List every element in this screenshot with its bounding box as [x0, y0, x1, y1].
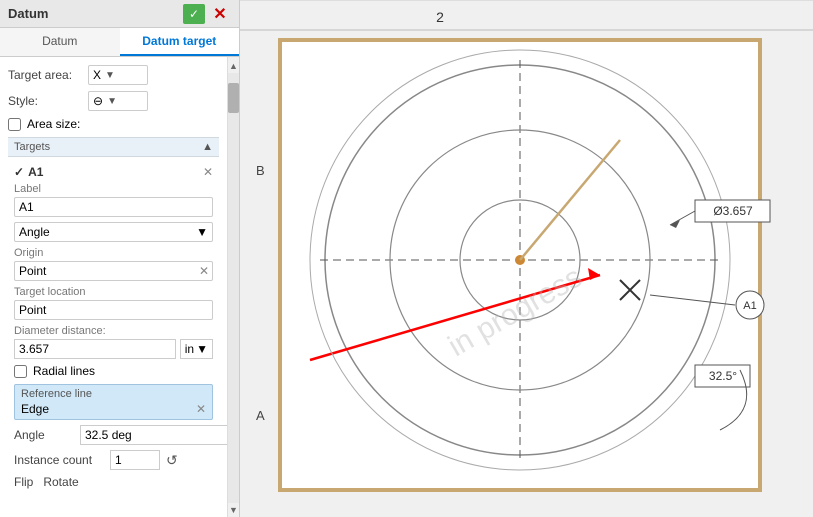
area-size-row: Area size: [8, 117, 219, 131]
radial-lines-checkbox[interactable] [14, 365, 27, 378]
style-row: Style: ⊖ ▼ [8, 91, 219, 111]
panel-title: Datum [8, 6, 48, 21]
form-area: Target area: X ▼ Style: ⊖ ▼ Area size: [0, 57, 227, 517]
angle-annotation: 32.5° [709, 369, 737, 383]
diameter-unit-arrow-icon: ▼ [196, 342, 208, 356]
diameter-row: in ▼ [14, 339, 213, 359]
flip-label: Flip [14, 475, 33, 489]
angle-dropdown-field: Angle ▼ [14, 222, 213, 242]
diameter-unit-select[interactable]: in ▼ [180, 339, 213, 359]
drawing-svg: 2 B A [240, 0, 813, 517]
reference-line-section: Reference line Edge ✕ [14, 384, 213, 420]
reference-line-label: Reference line [21, 388, 206, 400]
left-panel: Datum ✓ ✕ Datum Datum target Target area… [0, 0, 240, 517]
scroll-up-button[interactable]: ▲ [227, 59, 239, 73]
origin-field: Origin ✕ [14, 247, 213, 281]
target-area-label: Target area: [8, 68, 88, 82]
target-a1-annotation: A1 [743, 300, 756, 312]
reference-line-value-row: Edge ✕ [21, 402, 206, 416]
diameter-annotation: Ø3.657 [713, 204, 753, 218]
flip-rotate-row: Flip Rotate [14, 475, 213, 489]
target-location-value: Point [14, 300, 213, 320]
label-field: Label [14, 183, 213, 217]
panel-header: Datum ✓ ✕ [0, 0, 239, 28]
origin-clear-icon[interactable]: ✕ [199, 264, 209, 278]
tab-datum[interactable]: Datum [0, 28, 120, 56]
target-area-row: Target area: X ▼ [8, 65, 219, 85]
style-select[interactable]: ⊖ ▼ [88, 91, 148, 111]
diameter-unit-label: in [185, 342, 194, 356]
scroll-down-button[interactable]: ▼ [227, 503, 239, 517]
reference-line-clear-icon[interactable]: ✕ [196, 402, 206, 416]
expand-arrow-icon: ✓ [14, 165, 24, 179]
confirm-button[interactable]: ✓ [183, 4, 205, 24]
scroll-thumb[interactable] [228, 83, 239, 113]
instance-count-row: Instance count ↺ [14, 450, 213, 470]
diameter-field: Diameter distance: in ▼ [14, 325, 213, 359]
label-input[interactable] [14, 197, 213, 217]
instance-count-input[interactable] [110, 450, 160, 470]
header-actions: ✓ ✕ [183, 4, 231, 24]
label-input-wrapper [14, 197, 213, 217]
target-area-select[interactable]: X ▼ [88, 65, 148, 85]
origin-label: Origin [14, 247, 213, 259]
label-field-label: Label [14, 183, 213, 195]
panel-scrollbar: ▲ ▼ [227, 57, 239, 517]
target-a1-label: ✓ A1 [14, 165, 43, 179]
style-label: Style: [8, 94, 88, 108]
instance-count-label: Instance count [14, 453, 104, 467]
origin-input-wrapper: ✕ [14, 261, 213, 281]
targets-section-header: Targets ▲ [8, 137, 219, 157]
instance-refresh-icon[interactable]: ↺ [166, 452, 178, 469]
angle-value-row: Angle ▼ [14, 425, 213, 445]
target-a1-content: ✓ A1 ✕ Label Angle ▼ [8, 161, 219, 498]
tab-bar: Datum Datum target [0, 28, 239, 57]
row-b-label: B [256, 163, 265, 178]
style-dropdown-arrow-icon: ▼ [107, 96, 117, 107]
target-location-field: Target location Point [14, 286, 213, 320]
target-a1-remove-icon[interactable]: ✕ [203, 165, 213, 179]
dropdown-arrow-icon: ▼ [105, 70, 115, 81]
diameter-input[interactable] [14, 339, 176, 359]
radial-lines-row: Radial lines [14, 364, 213, 378]
radial-lines-label: Radial lines [33, 364, 95, 378]
scroll-track [228, 73, 239, 503]
rotate-label: Rotate [43, 475, 78, 489]
col2-label: 2 [436, 9, 444, 25]
row-a-label: A [256, 408, 265, 423]
area-size-checkbox[interactable] [8, 118, 21, 131]
drawing-area: 2 B A [240, 0, 813, 517]
angle-value-input[interactable] [80, 425, 227, 445]
angle-dropdown-arrow-icon: ▼ [196, 225, 208, 239]
target-location-label: Target location [14, 286, 213, 298]
reference-line-value: Edge [21, 402, 49, 416]
target-a1-header: ✓ A1 ✕ [14, 165, 213, 179]
scroll-up-icon[interactable]: ▲ [202, 141, 213, 153]
angle-value-label: Angle [14, 428, 74, 442]
tab-datum-target[interactable]: Datum target [120, 28, 240, 56]
diameter-label: Diameter distance: [14, 325, 213, 337]
origin-input[interactable] [14, 261, 213, 281]
area-size-label: Area size: [27, 117, 80, 131]
angle-dropdown[interactable]: Angle ▼ [14, 222, 213, 242]
close-button[interactable]: ✕ [209, 4, 231, 24]
